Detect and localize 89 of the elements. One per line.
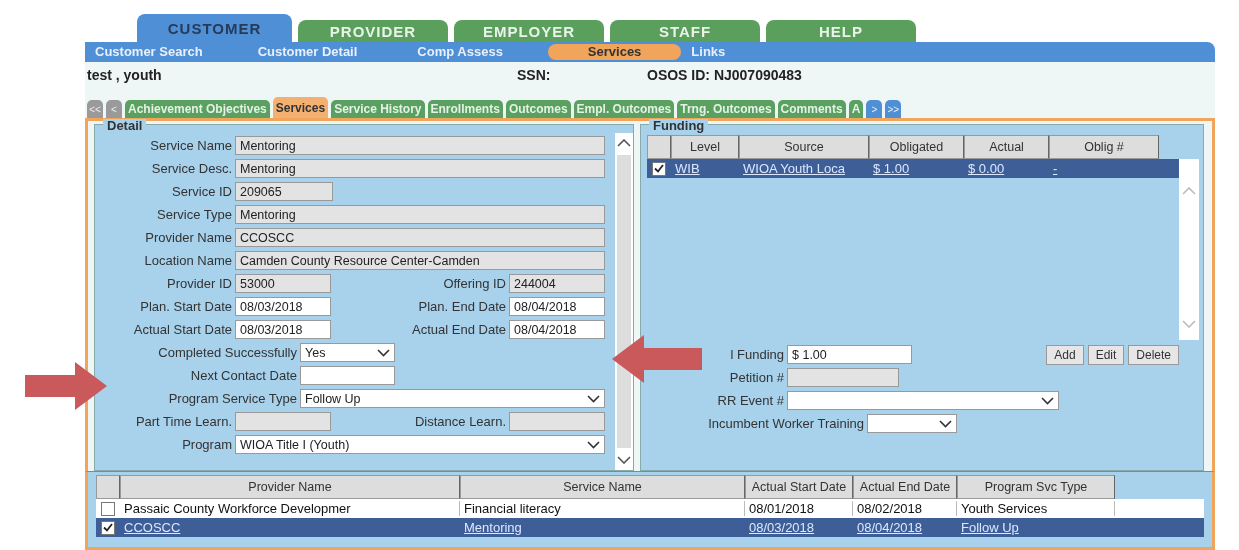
field-label: Next Contact Date	[189, 368, 298, 383]
column-header[interactable]: Provider Name	[120, 475, 460, 499]
table-cell-text: $ 0.00	[967, 161, 1006, 176]
table-cell: Passaic County Workforce Developmer	[120, 501, 460, 516]
chevron-down-icon	[587, 394, 600, 403]
action-button[interactable]: Add	[1046, 344, 1084, 365]
field-label: Service Type	[156, 207, 233, 222]
table-row[interactable]: WIB WIOA Youth Loca $ 1.00 $ 0.00 -	[647, 159, 1179, 178]
column-header	[96, 475, 120, 499]
action-button[interactable]: Delete	[1128, 344, 1179, 365]
field-label: Incumbent Worker Training	[707, 416, 865, 431]
ssn-label: SSN:	[517, 67, 552, 83]
field-label: Petition #	[728, 370, 785, 385]
input-field[interactable]: 08/03/2018	[235, 297, 331, 316]
column-header[interactable]: Program Svc Type	[957, 475, 1115, 499]
checkbox[interactable]	[101, 501, 115, 516]
table-cell-text: 08/03/2018	[748, 520, 816, 535]
section-title: Detail	[103, 119, 147, 132]
input-field[interactable]: 08/04/2018	[509, 297, 605, 316]
table-cell: 08/02/2018	[853, 501, 957, 516]
chevron-down-icon	[1041, 396, 1054, 405]
arrow-icon	[612, 335, 702, 383]
table-cell: Financial literacy	[460, 501, 745, 516]
column-header	[647, 135, 671, 159]
scroll-down-icon[interactable]	[617, 456, 631, 464]
table-cell-text: CCOSCC	[123, 520, 182, 535]
field-label: Actual Start Date	[132, 322, 233, 337]
checkbox[interactable]	[652, 161, 666, 176]
table-cell-text: WIOA Youth Loca	[742, 161, 846, 176]
column-header[interactable]: Oblig #	[1049, 135, 1159, 159]
field-label: Actual End Date	[411, 322, 507, 337]
field-label: l Funding	[729, 347, 785, 362]
field-label: Provider ID	[165, 276, 233, 291]
table-row[interactable]: CCOSCC Mentoring 08/03/2018 08/04/2018 Follow Up	[96, 518, 1204, 537]
scrollbar[interactable]	[615, 133, 633, 470]
table-cell: Youth Services	[957, 501, 1115, 516]
dropdown[interactable]: Follow Up	[300, 389, 605, 408]
input-field[interactable]	[300, 366, 395, 385]
section-tab[interactable]: Services	[272, 97, 329, 118]
field-label: Distance Learn.	[413, 414, 507, 429]
field-label: Plan. End Date	[417, 299, 507, 314]
field-label: Provider Name	[144, 230, 233, 245]
field-label: Service ID	[171, 184, 233, 199]
column-header[interactable]: Level	[671, 135, 739, 159]
field-label: RR Event #	[716, 393, 785, 408]
field-label: Completed Successfully	[157, 345, 298, 360]
field-label: Service Name	[149, 138, 233, 153]
table-cell-text: $ 1.00	[872, 161, 911, 176]
table-cell-text: -	[1052, 161, 1059, 176]
table-cell: 08/01/2018	[745, 501, 853, 516]
table-row[interactable]: Passaic County Workforce Developmer Financial literacy 08/01/2018 08/02/2018 Youth Services	[96, 499, 1204, 518]
scroll-up-icon[interactable]	[617, 139, 631, 147]
customer-name: test , youth	[87, 67, 163, 83]
column-header[interactable]: Actual Start Date	[745, 475, 853, 499]
table-cell-text: Mentoring	[463, 520, 523, 535]
dropdown[interactable]	[787, 391, 1059, 410]
arrow-icon	[25, 362, 107, 410]
field-label: Program	[181, 437, 233, 452]
chevron-down-icon	[939, 419, 952, 428]
table-cell-text: 08/04/2018	[856, 520, 924, 535]
input-field[interactable]: $ 1.00	[787, 345, 912, 364]
action-button[interactable]: Edit	[1087, 344, 1125, 365]
field-label: Program Service Type	[167, 391, 298, 406]
checkbox[interactable]	[101, 520, 115, 535]
table-cell-text: Follow Up	[960, 520, 1020, 535]
field-label: Offering ID	[442, 276, 507, 291]
field-label: Service Desc.	[150, 161, 233, 176]
column-header[interactable]: Service Name	[460, 475, 745, 499]
table-cell-text: WIB	[674, 161, 701, 176]
column-header[interactable]: Actual End Date	[853, 475, 957, 499]
column-header[interactable]: Source	[739, 135, 869, 159]
osos-id: OSOS ID: NJ007090483	[647, 67, 803, 83]
column-header[interactable]: Actual	[964, 135, 1049, 159]
field-label: Part Time Learn.	[134, 414, 233, 429]
dropdown[interactable]: WIOA Title I (Youth)	[235, 435, 605, 454]
chevron-down-icon	[377, 348, 390, 357]
dropdown[interactable]: Yes	[300, 343, 395, 362]
field-label: Location Name	[143, 253, 233, 268]
section-title: Funding	[649, 119, 709, 132]
chevron-down-icon	[587, 440, 600, 449]
field-label: Plan. Start Date	[139, 299, 233, 314]
input-field[interactable]	[787, 368, 899, 387]
nav-link[interactable]: Services	[547, 44, 682, 60]
column-header[interactable]: Obligated	[869, 135, 964, 159]
input-field[interactable]: 08/03/2018	[235, 320, 331, 339]
checkmark-icon	[103, 523, 113, 532]
dropdown[interactable]	[867, 414, 957, 433]
checkmark-icon	[654, 164, 664, 173]
input-field[interactable]: 08/04/2018	[509, 320, 605, 339]
